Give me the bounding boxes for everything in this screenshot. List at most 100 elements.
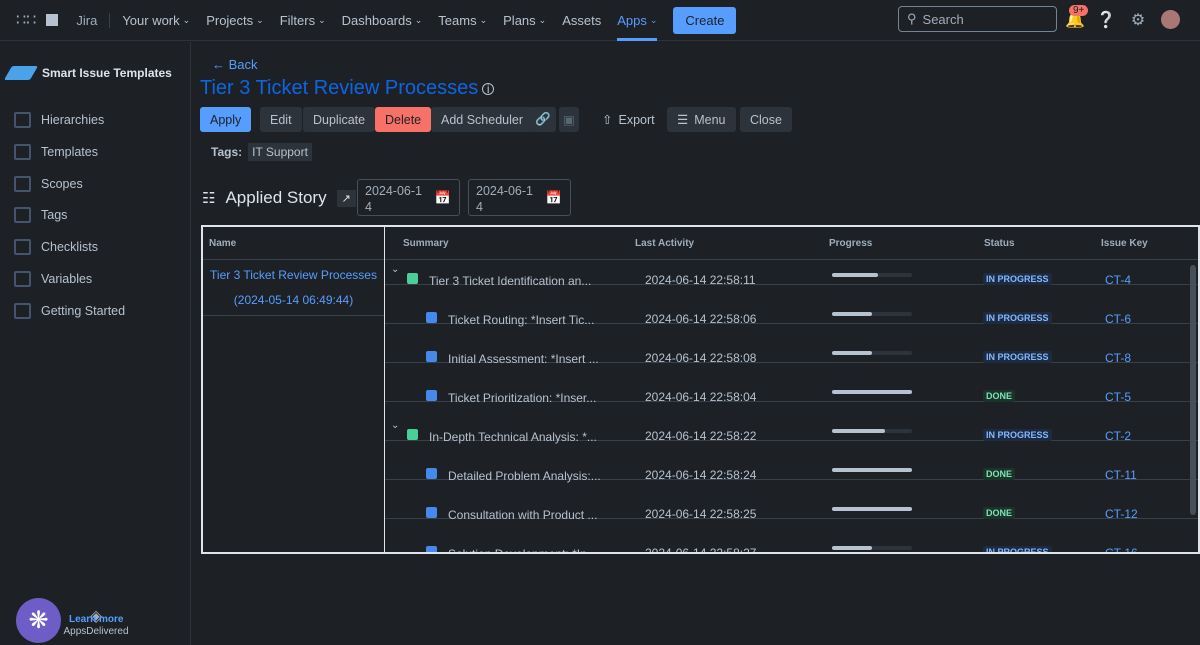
- sidebar-item-checklists[interactable]: Checklists: [14, 239, 98, 256]
- status-badge: IN PROGRESS: [983, 273, 1052, 285]
- close-button[interactable]: Close: [740, 107, 792, 132]
- search-input[interactable]: ⚲ Search: [898, 6, 1057, 32]
- edit-button[interactable]: Edit: [260, 107, 302, 132]
- gear-icon[interactable]: ⚙: [1128, 10, 1148, 30]
- scrollbar[interactable]: [1190, 265, 1196, 515]
- progress-fill: [832, 546, 872, 550]
- stack-logo-icon: [3, 66, 39, 80]
- progress-bar: [832, 468, 912, 472]
- progress-bar: [832, 429, 912, 433]
- progress-bar: [832, 312, 912, 316]
- subtask-type-icon: [426, 312, 437, 323]
- create-button[interactable]: Create: [673, 6, 737, 34]
- chevron-down-icon: ⌄: [649, 14, 658, 25]
- progress-bar: [832, 351, 912, 355]
- story-type-icon: [407, 429, 418, 440]
- status-badge: IN PROGRESS: [983, 312, 1052, 324]
- progress-bar: [832, 507, 912, 511]
- subtask-type-icon: [426, 546, 437, 552]
- sidebar-item-scopes[interactable]: Scopes: [14, 175, 83, 192]
- learn-more-link[interactable]: Learn more: [69, 614, 123, 625]
- variable-icon: [14, 271, 31, 287]
- lines-icon: [14, 302, 31, 319]
- nav-dashboards[interactable]: Dashboards ⌄: [334, 0, 431, 41]
- tag-chip[interactable]: IT Support: [248, 143, 312, 161]
- subtask-type-icon: [426, 351, 437, 362]
- sidebar-item-tags[interactable]: Tags: [14, 207, 67, 224]
- back-link[interactable]: ← Back: [212, 57, 258, 72]
- status-badge: DONE: [983, 507, 1016, 519]
- nav-your-work[interactable]: Your work ⌄: [114, 0, 198, 41]
- sidebar-brand[interactable]: Smart Issue Templates: [3, 66, 172, 80]
- chevron-down-icon: ⌄: [414, 14, 423, 25]
- duplicate-button[interactable]: Duplicate: [303, 107, 376, 132]
- issue-key-link[interactable]: CT-16: [1105, 546, 1138, 552]
- scope-icon: [14, 175, 31, 192]
- subtask-type-icon: [426, 468, 437, 479]
- sidebar-item-hierarchies[interactable]: Hierarchies: [14, 112, 104, 128]
- expand-icon[interactable]: ↗: [336, 189, 356, 207]
- progress-fill: [832, 312, 872, 316]
- nav-plans[interactable]: Plans ⌄: [495, 0, 554, 41]
- calendar-icon[interactable]: 📅: [546, 190, 562, 206]
- nav-filters[interactable]: Filters ⌄: [272, 0, 334, 41]
- camera-icon: ▣: [563, 113, 575, 127]
- sidebar-item-variables[interactable]: Variables: [14, 271, 92, 287]
- apply-button[interactable]: Apply: [200, 107, 252, 132]
- date-to-input[interactable]: 2024-06-14 📅: [468, 179, 571, 216]
- summary-link[interactable]: Solution Development: *In...: [448, 546, 597, 552]
- progress-fill: [832, 273, 879, 277]
- sidebar-item-getting-started[interactable]: Getting Started: [14, 302, 125, 319]
- progress-bar: [832, 273, 912, 277]
- chevron-down-icon: ⌄: [182, 14, 191, 25]
- template-name-link[interactable]: Tier 3 Ticket Review Processes (2024-05-1…: [203, 260, 384, 316]
- status-badge: IN PROGRESS: [983, 429, 1052, 441]
- search-icon: ⚲: [907, 11, 917, 26]
- export-button[interactable]: ⇧ Export: [592, 107, 665, 132]
- link-button[interactable]: 🔗: [530, 107, 556, 132]
- progress-fill: [832, 468, 912, 472]
- last-activity: 2024-06-14 22:58:27: [645, 546, 757, 554]
- hierarchy-icon: [14, 112, 31, 128]
- sidebar: Smart Issue Templates Hierarchies Templat…: [0, 42, 191, 645]
- tag-icon: [14, 207, 31, 224]
- notification-badge: 9+: [1069, 5, 1089, 16]
- nav-apps[interactable]: Apps ⌄: [609, 0, 665, 41]
- menu-button[interactable]: ☰ Menu: [667, 107, 736, 132]
- help-fab-button[interactable]: ❋: [16, 598, 61, 643]
- progress-bar: [832, 546, 912, 550]
- snowflake-icon: ❋: [28, 607, 49, 634]
- date-from-input[interactable]: 2024-06-14 📅: [357, 179, 460, 216]
- progress-fill: [832, 390, 912, 394]
- delete-button[interactable]: Delete: [375, 107, 432, 132]
- issues-table: Summary Last Activity Progress Status Is…: [384, 225, 1200, 554]
- progress-fill: [832, 429, 885, 433]
- chevron-down-icon[interactable]: ⌄: [391, 264, 399, 275]
- add-scheduler-button[interactable]: Add Scheduler: [431, 107, 534, 132]
- sidebar-item-templates[interactable]: Templates: [14, 143, 98, 160]
- name-column: Name Tier 3 Ticket Review Processes (2024…: [201, 225, 385, 554]
- camera-button[interactable]: ▣: [559, 107, 579, 132]
- app-switcher-icon[interactable]: ∷∷: [16, 10, 36, 30]
- product-name[interactable]: Jira: [76, 12, 111, 28]
- tags: Tags: IT Support: [211, 143, 312, 161]
- chevron-down-icon[interactable]: ⌄: [391, 420, 399, 431]
- calendar-icon[interactable]: 📅: [435, 190, 451, 206]
- nav-assets[interactable]: Assets: [554, 0, 609, 41]
- status-badge: DONE: [983, 468, 1016, 480]
- avatar[interactable]: [1161, 10, 1180, 29]
- column-header-name: Name: [203, 227, 384, 260]
- jira-logo-icon[interactable]: [46, 14, 59, 26]
- chevron-down-icon: ⌄: [318, 14, 326, 25]
- arrow-left-icon: ←: [212, 57, 225, 72]
- progress-fill: [832, 507, 912, 511]
- status-badge: IN PROGRESS: [983, 351, 1052, 363]
- section-header: ☷ Applied Story ↗: [202, 188, 356, 208]
- info-icon[interactable]: i: [482, 82, 495, 95]
- help-icon[interactable]: ❔: [1096, 10, 1116, 30]
- page-title: Tier 3 Ticket Review Processes i: [200, 77, 495, 100]
- nav-teams[interactable]: Teams ⌄: [430, 0, 495, 41]
- hamburger-icon: ☰: [677, 113, 689, 127]
- chevron-down-icon: ⌄: [256, 14, 264, 25]
- nav-projects[interactable]: Projects ⌄: [198, 0, 272, 41]
